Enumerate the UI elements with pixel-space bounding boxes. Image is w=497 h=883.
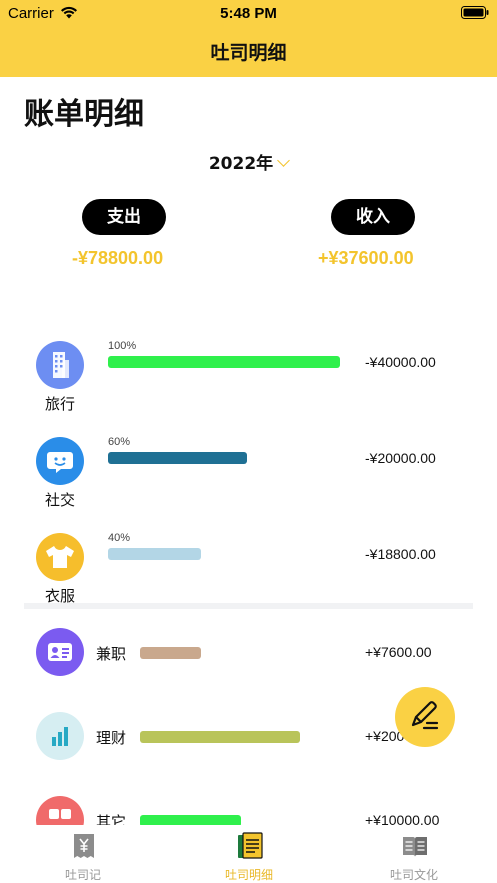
document-list-icon <box>238 832 263 859</box>
tab-label: 吐司记 <box>64 868 101 882</box>
income-bar <box>140 731 300 743</box>
status-bar: Carrier 5:48 PM <box>0 0 497 28</box>
category-bar <box>108 356 340 368</box>
nav-title: 吐司明细 <box>210 42 287 64</box>
shirt-icon <box>36 533 84 581</box>
top-header: Carrier 5:48 PM 吐司明细 <box>0 0 497 77</box>
income-total: +¥37600.00 <box>318 248 414 268</box>
income-amount: +¥7600.00 <box>365 644 432 660</box>
status-time: 5:48 PM <box>220 5 277 22</box>
chat-icon <box>36 437 84 485</box>
bar-chart-icon <box>36 712 84 760</box>
category-percent: 60% <box>108 436 131 448</box>
year-selector[interactable]: 2022年 <box>0 149 497 174</box>
add-record-fab[interactable] <box>395 687 455 747</box>
year-value: 2022年 <box>208 154 274 174</box>
expense-row-clothes[interactable]: 衣服 40% -¥18800.00 <box>0 532 497 623</box>
page-title: 账单明细 <box>24 97 144 132</box>
category-percent: 100% <box>108 340 137 352</box>
expense-total: -¥78800.00 <box>72 248 164 268</box>
id-card-icon <box>36 628 84 676</box>
tab-label: 吐司文化 <box>389 868 438 882</box>
category-label: 社交 <box>44 491 75 509</box>
chevron-down-icon <box>277 154 291 167</box>
category-amount: -¥40000.00 <box>365 354 436 370</box>
expense-row-social[interactable]: 社交 60% -¥20000.00 <box>0 436 497 527</box>
category-bar <box>108 452 247 464</box>
building-icon <box>36 341 84 389</box>
tab-bar: 吐司记 吐司明细 吐司文化 <box>0 825 497 883</box>
section-divider <box>24 603 473 609</box>
battery-icon <box>461 6 489 19</box>
income-category-label: 兼职 <box>96 645 127 663</box>
expense-row-travel[interactable]: 旅行 100% -¥40000.00 <box>0 340 497 431</box>
tab-toast-detail[interactable]: 吐司明细 <box>189 825 309 883</box>
category-bar <box>108 548 201 560</box>
income-row-parttime[interactable]: 兼职 +¥7600.00 <box>0 628 497 678</box>
category-amount: -¥18800.00 <box>365 546 436 562</box>
category-percent: 40% <box>108 532 131 544</box>
expense-tab-button[interactable]: 支出 <box>82 199 166 235</box>
category-amount: -¥20000.00 <box>365 450 436 466</box>
receipt-yen-icon <box>74 834 94 858</box>
edit-note-icon <box>411 701 439 730</box>
category-label: 旅行 <box>44 395 75 413</box>
income-category-label: 理财 <box>96 729 127 747</box>
income-tab-button[interactable]: 收入 <box>331 199 415 235</box>
tab-toast-record[interactable]: 吐司记 <box>23 825 143 883</box>
tab-toast-culture[interactable]: 吐司文化 <box>354 825 474 883</box>
book-icon <box>403 837 427 857</box>
tab-label: 吐司明细 <box>224 868 273 882</box>
income-bar <box>140 647 201 659</box>
